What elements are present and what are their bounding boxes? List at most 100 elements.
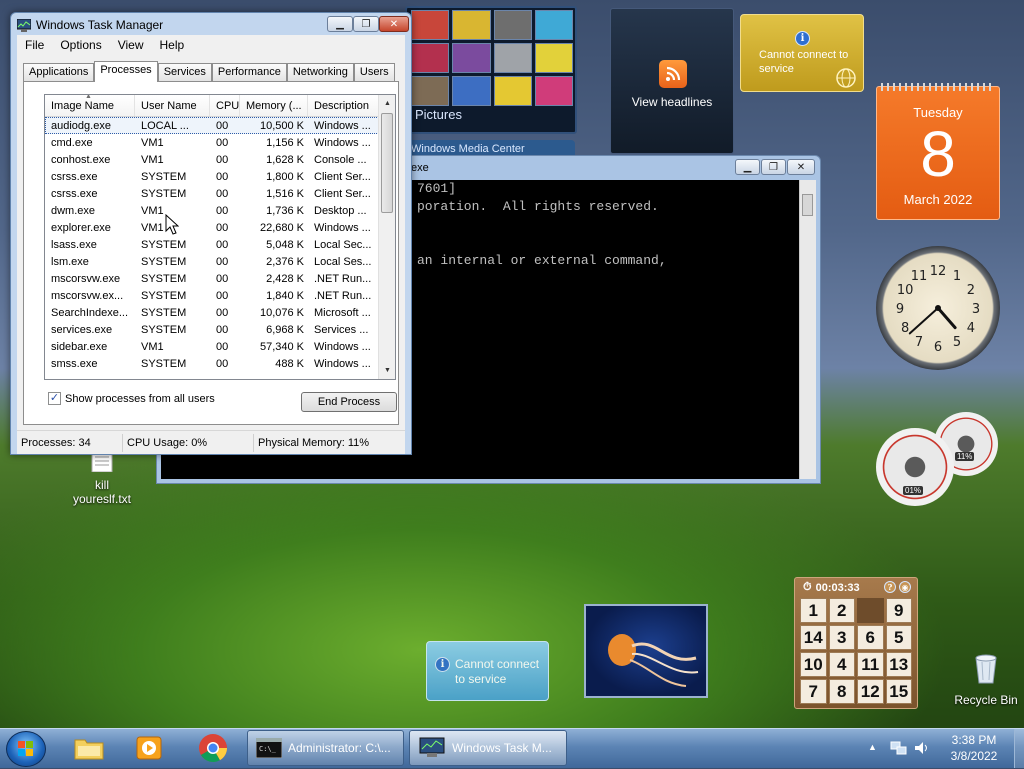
- puzzle-tile[interactable]: 4: [828, 652, 855, 677]
- puzzle-tile[interactable]: [857, 598, 884, 623]
- description-cell: .NET Run...: [314, 272, 372, 285]
- table-row[interactable]: lsass.exe SYSTEM 00 5,048 K Local Sec...: [45, 236, 395, 253]
- user-name-cell: SYSTEM: [141, 255, 187, 268]
- scroll-down-icon[interactable]: ▼: [379, 362, 395, 379]
- process-list-scrollbar[interactable]: ▲ ▼: [378, 95, 395, 379]
- column-user-name[interactable]: User Name: [135, 95, 210, 116]
- table-row[interactable]: csrss.exe SYSTEM 00 1,516 K Client Ser...: [45, 185, 395, 202]
- media-player-pinned-button[interactable]: [122, 731, 176, 765]
- close-button[interactable]: ✕: [787, 159, 815, 175]
- clock-number: 3: [972, 302, 980, 317]
- menu-help[interactable]: Help: [152, 38, 193, 52]
- desktop-icon-recycle-bin[interactable]: Recycle Bin: [948, 654, 1024, 707]
- table-row[interactable]: audiodg.exe LOCAL ... 00 10,500 K Windows ..…: [45, 117, 395, 134]
- column-memory[interactable]: Memory (...: [240, 95, 308, 116]
- puzzle-tile[interactable]: 10: [800, 652, 827, 677]
- tab-processes[interactable]: Processes: [94, 61, 158, 82]
- table-row[interactable]: mscorsvw.ex... SYSTEM 00 1,840 K .NET Run...: [45, 287, 395, 304]
- process-list[interactable]: ▲ Image Name User Name CPU Memory (... De…: [44, 94, 396, 380]
- table-row[interactable]: mscorsvw.exe SYSTEM 00 2,428 K .NET Run...: [45, 270, 395, 287]
- minimize-button[interactable]: ▁: [735, 159, 760, 175]
- puzzle-tile[interactable]: 3: [828, 625, 855, 650]
- table-row[interactable]: csrss.exe SYSTEM 00 1,800 K Client Ser...: [45, 168, 395, 185]
- media-center-gadget[interactable]: Pictures: [405, 6, 577, 134]
- table-row[interactable]: cmd.exe VM1 00 1,156 K Windows ...: [45, 134, 395, 151]
- network-icon[interactable]: [890, 739, 908, 757]
- taskbar-button-cmd[interactable]: C:\_ Administrator: C:\...: [247, 730, 404, 766]
- tab-networking[interactable]: Networking: [286, 63, 354, 81]
- puzzle-tile[interactable]: 15: [885, 679, 912, 704]
- cpu-meter-gadget[interactable]: 01%: [876, 428, 954, 506]
- table-row[interactable]: lsm.exe SYSTEM 00 2,376 K Local Ses...: [45, 253, 395, 270]
- table-row[interactable]: explorer.exe VM1 00 22,680 K Windows ...: [45, 219, 395, 236]
- memory-cell: 57,340 K: [259, 340, 304, 353]
- puzzle-help-icon[interactable]: ?: [884, 581, 896, 593]
- explorer-pinned-button[interactable]: [62, 731, 116, 765]
- tab-users[interactable]: Users: [353, 63, 395, 81]
- tab-performance[interactable]: Performance: [211, 63, 287, 81]
- calendar-gadget[interactable]: Tuesday 8 March 2022: [876, 83, 1000, 220]
- column-image-name[interactable]: ▲ Image Name: [45, 95, 135, 116]
- scroll-up-icon[interactable]: ▲: [379, 95, 395, 112]
- clock-number: 7: [915, 335, 923, 350]
- clock-gadget[interactable]: 1 2 3 4 5 6 7 8 9 10 11 12: [876, 246, 1000, 370]
- puzzle-tile[interactable]: 9: [885, 598, 912, 623]
- console-line: poration. All rights reserved.: [417, 199, 659, 214]
- puzzle-tile[interactable]: 6: [857, 625, 884, 650]
- column-description[interactable]: Description: [308, 95, 381, 116]
- menu-options[interactable]: Options: [52, 38, 109, 52]
- show-hidden-icons[interactable]: ▲: [868, 742, 877, 752]
- puzzle-tile[interactable]: 11: [857, 652, 884, 677]
- puzzle-tile[interactable]: 14: [800, 625, 827, 650]
- tab-applications[interactable]: Applications: [23, 63, 95, 81]
- puzzle-tile[interactable]: 1: [800, 598, 827, 623]
- clock-tray[interactable]: 3:38 PM 3/8/2022: [944, 733, 1004, 763]
- view-headlines-label: View headlines: [631, 95, 713, 109]
- puzzle-picture-icon[interactable]: ◉: [899, 581, 911, 593]
- table-row[interactable]: dwm.exe VM1 00 1,736 K Desktop ...: [45, 202, 395, 219]
- puzzle-tile[interactable]: 12: [857, 679, 884, 704]
- show-desktop-button[interactable]: [1014, 729, 1024, 768]
- scroll-thumb[interactable]: [381, 113, 393, 213]
- table-row[interactable]: SearchIndexe... SYSTEM 00 10,076 K Microsoft…: [45, 304, 395, 321]
- cmd-icon: C:\_: [256, 738, 282, 758]
- feed-headlines-gadget[interactable]: View headlines: [610, 8, 734, 154]
- volume-icon[interactable]: [913, 739, 931, 757]
- puzzle-tile[interactable]: 5: [885, 625, 912, 650]
- tab-services[interactable]: Services: [157, 63, 212, 81]
- desktop-icon-textfile[interactable]: kill youreslf.txt: [62, 451, 142, 506]
- console-scrollbar[interactable]: [799, 180, 816, 479]
- show-all-users-checkbox[interactable]: ✓: [48, 392, 61, 405]
- slideshow-gadget[interactable]: [584, 604, 708, 698]
- chrome-pinned-button[interactable]: [186, 731, 240, 765]
- task-manager-titlebar[interactable]: Windows Task Manager: [17, 15, 163, 35]
- cpu-cell: 00: [216, 272, 229, 285]
- show-all-users-row[interactable]: ✓ Show processes from all users: [48, 392, 215, 405]
- weather-gadget[interactable]: i Cannot connect to service: [740, 14, 864, 92]
- memory-cell: 10,500 K: [259, 119, 304, 132]
- minimize-button[interactable]: ▁: [327, 16, 353, 32]
- weather-gadget-2[interactable]: i Cannot connect to service: [426, 641, 549, 701]
- image-name-cell: lsass.exe: [51, 238, 97, 251]
- puzzle-tile[interactable]: 13: [885, 652, 912, 677]
- table-row[interactable]: conhost.exe VM1 00 1,628 K Console ...: [45, 151, 395, 168]
- maximize-button[interactable]: ❐: [761, 159, 786, 175]
- table-row[interactable]: services.exe SYSTEM 00 6,968 K Services ...: [45, 321, 395, 338]
- close-button[interactable]: ✕: [379, 16, 409, 32]
- menu-file[interactable]: File: [17, 38, 52, 52]
- start-button[interactable]: [6, 731, 46, 767]
- cpu-cell: 00: [216, 187, 229, 200]
- menu-view[interactable]: View: [110, 38, 152, 52]
- table-row[interactable]: smss.exe SYSTEM 00 488 K Windows ...: [45, 355, 395, 372]
- puzzle-tile[interactable]: 7: [800, 679, 827, 704]
- maximize-button[interactable]: ❐: [353, 16, 379, 32]
- memory-cell: 2,428 K: [266, 272, 304, 285]
- picture-puzzle-gadget[interactable]: ⏱ 00:03:33 ? ◉ 1 2 9 14 3 6 5 10 4 11 13 7 8 12 15: [794, 577, 918, 709]
- task-manager-window[interactable]: Windows Task Manager ▁ ❐ ✕ File Options …: [10, 12, 412, 455]
- taskbar-button-task-manager[interactable]: Windows Task M...: [409, 730, 567, 766]
- column-cpu[interactable]: CPU: [210, 95, 240, 116]
- table-row[interactable]: sidebar.exe VM1 00 57,340 K Windows ...: [45, 338, 395, 355]
- puzzle-tile[interactable]: 2: [828, 598, 855, 623]
- puzzle-tile[interactable]: 8: [828, 679, 855, 704]
- end-process-button[interactable]: End Process: [301, 392, 397, 412]
